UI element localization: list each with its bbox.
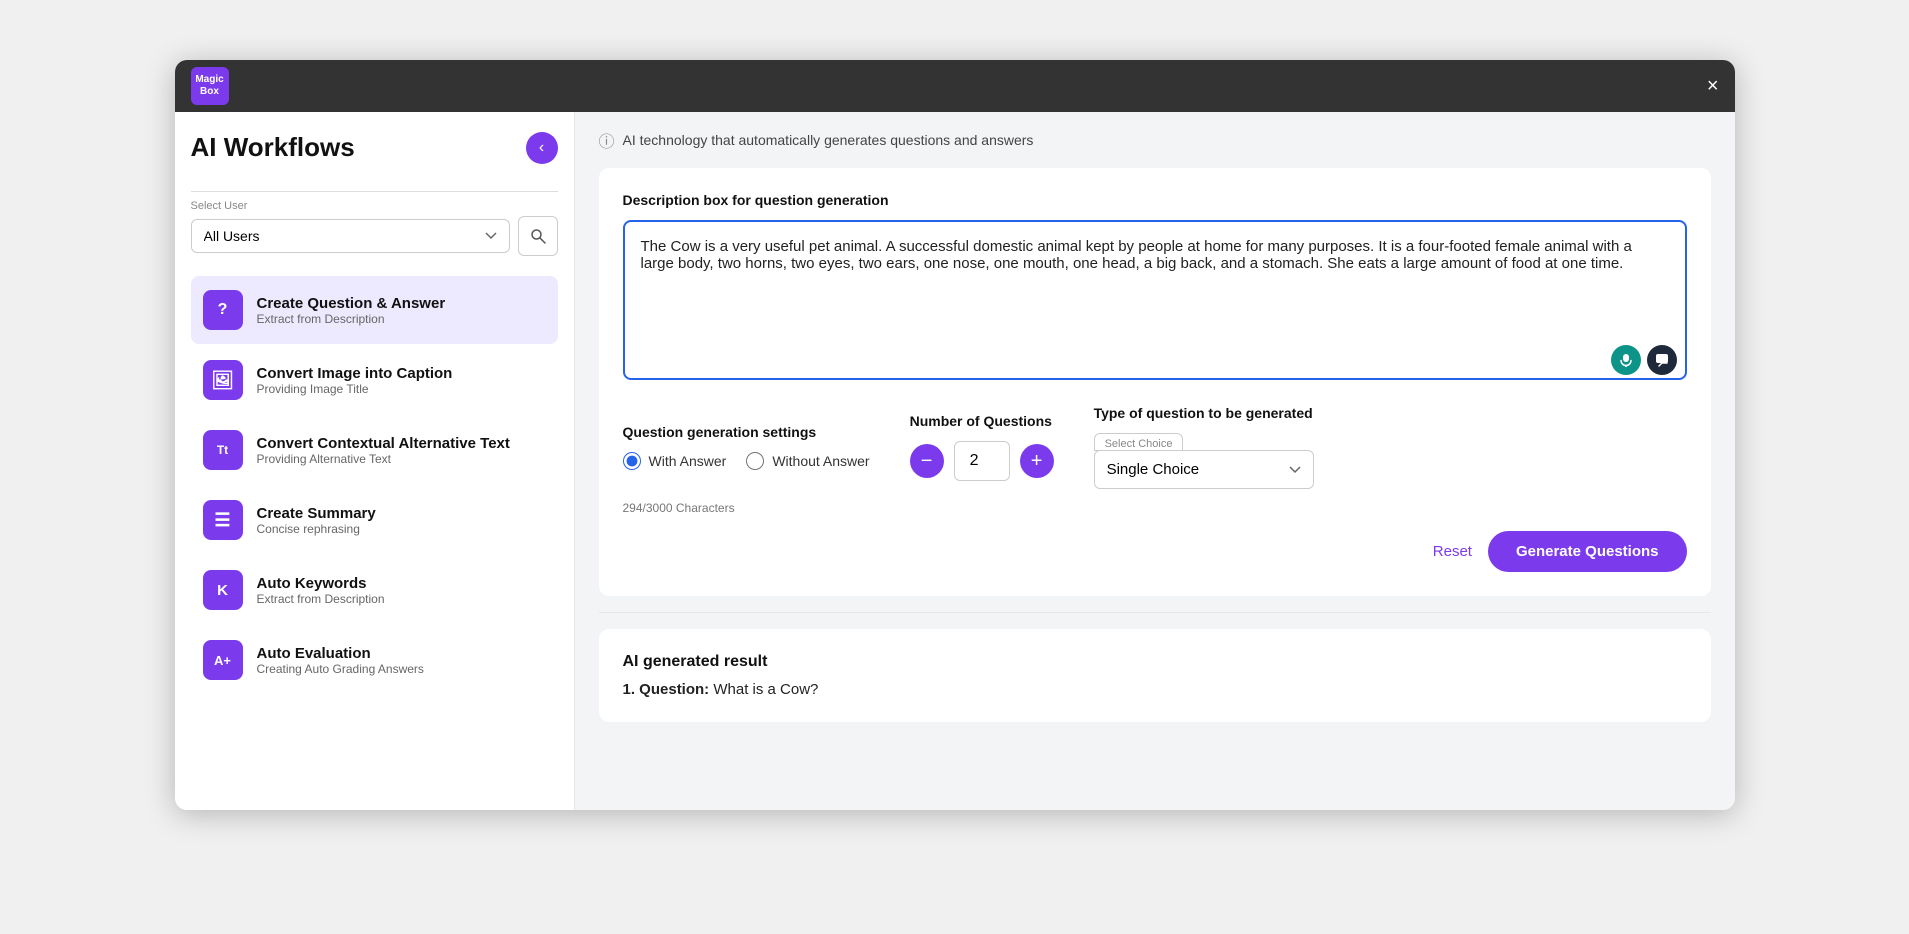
- with-answer-label[interactable]: With Answer: [623, 452, 727, 470]
- result-card: AI generated result 1. Question: What is…: [599, 629, 1711, 722]
- sidebar-item-auto-evaluation[interactable]: A+ Auto Evaluation Creating Auto Grading…: [191, 626, 558, 694]
- result-question-number: 1. Question:: [623, 681, 710, 698]
- sidebar-item-convert-image[interactable]: 🖼 Convert Image into Caption Providing I…: [191, 346, 558, 414]
- sidebar: AI Workflows ‹ Select User All Users Use…: [175, 112, 575, 810]
- close-button[interactable]: ×: [1707, 76, 1719, 96]
- panel-header-text: AI technology that automatically generat…: [623, 132, 1034, 148]
- description-textarea[interactable]: The Cow is a very useful pet animal. A s…: [623, 220, 1687, 380]
- without-answer-radio[interactable]: [746, 452, 764, 470]
- sidebar-item-auto-keywords[interactable]: K Auto Keywords Extract from Description: [191, 556, 558, 624]
- reset-button[interactable]: Reset: [1433, 543, 1472, 560]
- type-select-wrapper: Select Choice Single Choice Multiple Cho…: [1094, 433, 1687, 489]
- sidebar-item-convert-image-subtitle: Providing Image Title: [257, 382, 453, 396]
- chat-icon-btn[interactable]: [1647, 345, 1677, 375]
- sidebar-item-create-summary-title: Create Summary: [257, 505, 376, 522]
- num-questions-label: Number of Questions: [910, 413, 1054, 429]
- sidebar-item-create-qa[interactable]: ? Create Question & Answer Extract from …: [191, 276, 558, 344]
- result-label: AI generated result: [623, 653, 1687, 671]
- convert-alt-icon: Tt: [203, 430, 243, 470]
- sidebar-item-convert-alt-subtitle: Providing Alternative Text: [257, 452, 510, 466]
- increase-num-btn[interactable]: +: [1020, 444, 1054, 478]
- mic-icon-btn[interactable]: [1611, 345, 1641, 375]
- auto-keywords-icon: K: [203, 570, 243, 610]
- radio-group: With Answer Without Answer: [623, 452, 870, 470]
- sidebar-item-auto-evaluation-subtitle: Creating Auto Grading Answers: [257, 662, 424, 676]
- sidebar-item-create-summary-subtitle: Concise rephrasing: [257, 522, 376, 536]
- chat-icon: [1655, 353, 1669, 367]
- textarea-wrapper: The Cow is a very useful pet animal. A s…: [623, 220, 1687, 385]
- info-icon: ⓘ: [599, 128, 615, 152]
- mic-icon: [1619, 353, 1633, 367]
- auto-evaluation-icon: A+: [203, 640, 243, 680]
- type-group: Type of question to be generated Select …: [1094, 405, 1687, 489]
- divider: [599, 612, 1711, 613]
- back-button[interactable]: ‹: [526, 132, 558, 164]
- sidebar-item-auto-evaluation-title: Auto Evaluation: [257, 645, 424, 662]
- sidebar-top: AI Workflows ‹: [191, 132, 558, 179]
- with-answer-text: With Answer: [649, 453, 727, 469]
- actions-row: Reset Generate Questions: [623, 531, 1687, 572]
- sidebar-item-create-qa-title: Create Question & Answer: [257, 295, 446, 312]
- settings-group-label: Question generation settings: [623, 424, 870, 440]
- sidebar-item-create-summary[interactable]: ☰ Create Summary Concise rephrasing: [191, 486, 558, 554]
- generate-button[interactable]: Generate Questions: [1488, 531, 1687, 572]
- title-bar: Magic Box ×: [175, 60, 1735, 112]
- with-answer-radio[interactable]: [623, 452, 641, 470]
- search-button[interactable]: [518, 216, 558, 256]
- select-user-label: Select User: [191, 191, 558, 212]
- without-answer-text: Without Answer: [772, 453, 869, 469]
- user-select[interactable]: All Users User 1 User 2: [191, 219, 510, 253]
- settings-row: Question generation settings With Answer…: [623, 405, 1687, 489]
- right-panel: ⓘ AI technology that automatically gener…: [575, 112, 1735, 810]
- sidebar-item-convert-image-title: Convert Image into Caption: [257, 365, 453, 382]
- result-question-text: What is a Cow?: [713, 681, 818, 698]
- panel-body: Description box for question generation …: [575, 168, 1735, 762]
- num-questions-input[interactable]: [954, 441, 1010, 481]
- num-controls: − +: [910, 441, 1054, 481]
- answer-settings-group: Question generation settings With Answer…: [623, 424, 870, 470]
- create-summary-icon: ☰: [203, 500, 243, 540]
- sidebar-item-create-qa-subtitle: Extract from Description: [257, 312, 446, 326]
- convert-image-icon: 🖼: [203, 360, 243, 400]
- create-qa-icon: ?: [203, 290, 243, 330]
- textarea-icons: [1611, 345, 1677, 375]
- logo-area: Magic Box: [191, 67, 229, 105]
- decrease-num-btn[interactable]: −: [910, 444, 944, 478]
- sidebar-item-auto-keywords-title: Auto Keywords: [257, 575, 385, 592]
- select-choice-label: Select Choice: [1094, 433, 1184, 451]
- panel-header: ⓘ AI technology that automatically gener…: [575, 112, 1735, 168]
- result-text: 1. Question: What is a Cow?: [623, 681, 1687, 698]
- desc-label: Description box for question generation: [623, 192, 1687, 208]
- char-count: 294/3000 Characters: [623, 501, 1687, 515]
- sidebar-item-convert-alt[interactable]: Tt Convert Contextual Alternative Text P…: [191, 416, 558, 484]
- search-icon: [530, 228, 546, 244]
- main-content: AI Workflows ‹ Select User All Users Use…: [175, 112, 1735, 810]
- type-select[interactable]: Single Choice Multiple Choice True/False…: [1094, 450, 1314, 489]
- sidebar-item-convert-alt-title: Convert Contextual Alternative Text: [257, 435, 510, 452]
- sidebar-title: AI Workflows: [191, 132, 355, 163]
- main-card: Description box for question generation …: [599, 168, 1711, 596]
- type-label: Type of question to be generated: [1094, 405, 1687, 421]
- sidebar-item-auto-keywords-subtitle: Extract from Description: [257, 592, 385, 606]
- magic-box-logo: Magic Box: [191, 67, 229, 105]
- without-answer-label[interactable]: Without Answer: [746, 452, 869, 470]
- num-questions-group: Number of Questions − +: [910, 413, 1054, 481]
- user-select-row: All Users User 1 User 2: [191, 216, 558, 256]
